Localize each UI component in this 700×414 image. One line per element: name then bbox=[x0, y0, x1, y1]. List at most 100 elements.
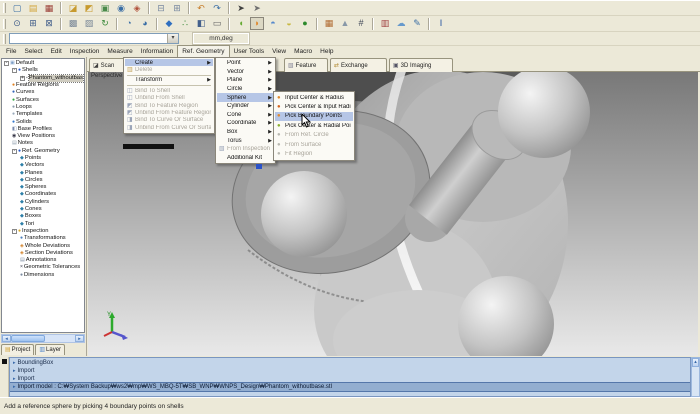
cloud-button[interactable]: ☁ bbox=[394, 17, 408, 30]
tree-item-points[interactable]: ◆ Points bbox=[2, 155, 84, 162]
tab-feature[interactable]: ▧ Feature bbox=[284, 58, 328, 72]
menu-item-cone[interactable]: Cone ▶ bbox=[217, 111, 274, 120]
toolbar-grip[interactable] bbox=[3, 34, 6, 44]
tree-item-planes[interactable]: ◆ Planes bbox=[2, 169, 84, 176]
menubar-item[interactable]: Edit bbox=[47, 46, 66, 57]
select-add-button[interactable]: ➤ bbox=[234, 2, 248, 15]
tree-item-shells[interactable]: - ● Shells bbox=[2, 67, 84, 74]
menubar-item[interactable]: Information bbox=[137, 46, 178, 57]
window-display-button[interactable]: ▭ bbox=[210, 17, 224, 30]
tree-item-vectors[interactable]: ◆ Vectors bbox=[2, 162, 84, 169]
tree-item-spheres[interactable]: ◆ Spheres bbox=[2, 184, 84, 191]
snapshot-button[interactable]: ◈ bbox=[130, 2, 144, 15]
tree-item-curves[interactable]: ● Curves bbox=[2, 89, 84, 96]
tree-item-boxes[interactable]: ◆ Boxes bbox=[2, 213, 84, 220]
mesh-toggle-button[interactable]: # bbox=[354, 17, 368, 30]
tree-item-feature-regions[interactable]: ● Feature Regions bbox=[2, 82, 84, 89]
menu-item-torus[interactable]: Torus ▶ bbox=[217, 136, 274, 145]
tree-item-phantom[interactable]: + ▪ Phantom_withoutbas bbox=[2, 75, 84, 82]
tree-item-default[interactable]: - ▣ Default bbox=[2, 60, 84, 67]
import-button[interactable]: ◪ bbox=[66, 2, 80, 15]
tree-item-solids[interactable]: ● Solids bbox=[2, 118, 84, 125]
menu-item-sphere[interactable]: Sphere ▶ bbox=[217, 93, 274, 102]
menu-item-transform[interactable]: Transform ▶ bbox=[125, 77, 213, 84]
tree-item-inspection[interactable]: - ● Inspection bbox=[2, 228, 84, 235]
shade-points-button[interactable]: ◒ bbox=[282, 17, 296, 30]
tree-item-cones[interactable]: ◆ Cones bbox=[2, 206, 84, 213]
menu-item-point[interactable]: Point ▶ bbox=[217, 59, 274, 68]
tree-item-cylinders[interactable]: ◆ Cylinders bbox=[2, 199, 84, 206]
texture-toggle-button[interactable]: ▦ bbox=[322, 17, 336, 30]
undo-button[interactable]: ↶ bbox=[194, 2, 208, 15]
menu-item-coordinate[interactable]: Coordinate ▶ bbox=[217, 119, 274, 128]
toolbar-grip[interactable] bbox=[3, 3, 6, 13]
tree-item-notes[interactable]: ▤ Notes bbox=[2, 140, 84, 147]
select-button[interactable]: ➤ bbox=[250, 2, 264, 15]
tab-3d-imaging[interactable]: ▣ 3D Imaging bbox=[389, 58, 453, 72]
tree-item-annotations[interactable]: ▤ Annotations bbox=[2, 257, 84, 264]
measurement-combobox[interactable]: ▾ bbox=[9, 33, 179, 44]
tree-item-loops[interactable]: ● Loops bbox=[2, 104, 84, 111]
paint-button[interactable]: ✎ bbox=[410, 17, 424, 30]
menubar-item[interactable]: View bbox=[268, 46, 290, 57]
ibeam-button[interactable]: I bbox=[434, 17, 448, 30]
menu-item-vector[interactable]: Vector ▶ bbox=[217, 68, 274, 77]
tree-expander[interactable]: - bbox=[12, 68, 17, 73]
save-file-button[interactable]: ▦ bbox=[42, 2, 56, 15]
menubar-item[interactable]: User Tools bbox=[230, 46, 269, 57]
cube-display-button[interactable]: ◧ bbox=[194, 17, 208, 30]
menubar-item[interactable]: Select bbox=[20, 46, 46, 57]
menu-item-pick-center-radial-point[interactable]: ● Pick Center & Radial Point bbox=[275, 121, 353, 130]
tree-expander[interactable]: + bbox=[20, 76, 25, 81]
tab-exchange[interactable]: ⇄ Exchange bbox=[330, 58, 387, 72]
tree-item-whole-deviations[interactable]: ◈ Whole Deviations bbox=[2, 242, 84, 249]
tree-item-transformations[interactable]: ● Transformations bbox=[2, 235, 84, 242]
menubar-item[interactable]: File bbox=[2, 46, 20, 57]
body-toggle-button[interactable]: ▲ bbox=[338, 17, 352, 30]
capture-screen-button[interactable]: ◉ bbox=[114, 2, 128, 15]
shade-smooth-button[interactable]: ◖ bbox=[234, 17, 248, 30]
capture-image-button[interactable]: ▣ bbox=[98, 2, 112, 15]
tree-horizontal-scrollbar[interactable]: ◂ ▸ bbox=[1, 334, 85, 343]
view-shells-button[interactable]: ▩ bbox=[66, 17, 80, 30]
menu-item-input-center-radius[interactable]: ● Input Center & Radius bbox=[275, 93, 353, 102]
menu-item-box[interactable]: Box ▶ bbox=[217, 128, 274, 137]
tree-item-circles[interactable]: ◆ Circles bbox=[2, 177, 84, 184]
pointcloud-display-button[interactable]: ∴ bbox=[178, 17, 192, 30]
log-row[interactable]: ▸ BoundingBox bbox=[10, 359, 690, 367]
tree-expander[interactable]: - bbox=[12, 149, 17, 154]
scrollbar-thumb[interactable] bbox=[11, 335, 45, 342]
panel-grip[interactable] bbox=[0, 357, 9, 397]
log-scrollbar[interactable]: ▴ bbox=[691, 357, 700, 397]
toolbar-grip[interactable] bbox=[3, 19, 6, 29]
panel-tab-layer[interactable]: ▥ Layer bbox=[35, 344, 65, 355]
cone-display-button[interactable]: ◆ bbox=[162, 17, 176, 30]
print-preview-button[interactable]: ⊞ bbox=[170, 2, 184, 15]
measurement-input[interactable] bbox=[10, 34, 167, 43]
scroll-left-icon[interactable]: ◂ bbox=[2, 335, 11, 342]
tab-scan[interactable]: ◪ Scan bbox=[89, 58, 127, 72]
export-button[interactable]: ◩ bbox=[82, 2, 96, 15]
scroll-right-icon[interactable]: ▸ bbox=[75, 335, 84, 342]
log-row[interactable]: ▸ Import bbox=[10, 375, 690, 383]
menu-item-additional-kit[interactable]: Additional Kit bbox=[217, 154, 274, 163]
pan-view-button[interactable]: ◕ bbox=[138, 17, 152, 30]
shade-flat-button[interactable]: ◗ bbox=[250, 17, 264, 30]
colormap-button[interactable]: ▥ bbox=[378, 17, 392, 30]
scroll-up-icon[interactable]: ▴ bbox=[692, 358, 699, 367]
tree-item-coordinates[interactable]: ◆ Coordinates bbox=[2, 191, 84, 198]
tree-item-section-deviations[interactable]: ◈ Section Deviations bbox=[2, 250, 84, 257]
tree-item-templates[interactable]: ● Templates bbox=[2, 111, 84, 118]
zoom-in-button[interactable]: ⊙ bbox=[10, 17, 24, 30]
open-file-button[interactable]: ▤ bbox=[26, 2, 40, 15]
log-row[interactable]: ▸ Import model : C:₩System Backup₩ws2₩mp… bbox=[10, 383, 690, 391]
menu-item-cylinder[interactable]: Cylinder ▶ bbox=[217, 102, 274, 111]
new-file-button[interactable]: ▢ bbox=[10, 2, 24, 15]
zoom-fit-button[interactable]: ⊠ bbox=[42, 17, 56, 30]
menu-item-circle[interactable]: Circle ▶ bbox=[217, 85, 274, 94]
chevron-down-icon[interactable]: ▾ bbox=[167, 34, 178, 43]
shade-sphere-button[interactable]: ● bbox=[298, 17, 312, 30]
shade-wire-button[interactable]: ◓ bbox=[266, 17, 280, 30]
menubar-item[interactable]: Macro bbox=[290, 46, 316, 57]
rebuild-button[interactable]: ↻ bbox=[98, 17, 112, 30]
